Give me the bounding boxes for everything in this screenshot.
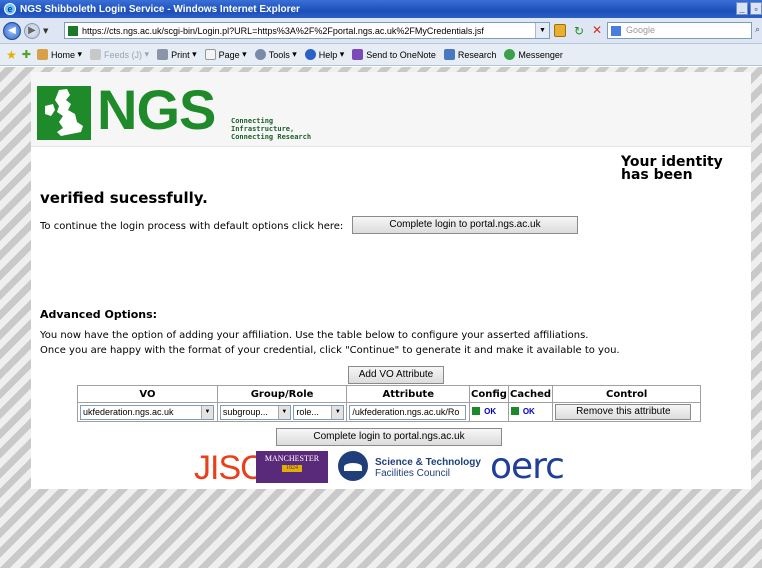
print-icon (157, 49, 169, 60)
jisc-logo: JISC (194, 449, 265, 487)
address-dropdown-icon[interactable]: ▼ (535, 23, 549, 38)
favorites-star-icon[interactable]: ★ (6, 48, 17, 62)
attribute-cell: /ukfederation.ngs.ac.uk/Ro (346, 402, 471, 422)
verified-heading: verified sucessfully. (40, 189, 208, 207)
address-toolbar: ◀ ▶ ▼ https://cts.ngs.ac.uk/scgi-bin/Log… (0, 18, 762, 44)
search-input[interactable]: Google (607, 22, 752, 39)
add-vo-attribute-button[interactable]: Add VO Attribute (348, 366, 444, 384)
table-header-row: VO Group/Role Attribute Config Cached Co… (77, 385, 701, 403)
address-url: https://cts.ngs.ac.uk/scgi-bin/Login.pl?… (82, 25, 484, 36)
vo-select[interactable]: ukfederation.ngs.ac.uk ▼ (80, 404, 214, 420)
stop-icon[interactable]: ✕ (592, 23, 602, 37)
complete-login-button[interactable]: Complete login to portal.ngs.ac.uk (352, 216, 578, 234)
stfc-logo-text: Science & Technology Facilities Council (375, 457, 481, 479)
stfc-logo-icon (338, 451, 368, 481)
column-header: Attribute (346, 385, 471, 403)
role-select[interactable]: role... ▼ (293, 404, 345, 420)
cached-cell: OK (507, 402, 554, 422)
group-select[interactable]: subgroup... ▼ (219, 404, 291, 420)
column-header: VO (77, 385, 218, 403)
lock-icon[interactable] (554, 24, 566, 37)
forward-button[interactable]: ▶ (24, 22, 40, 39)
address-input[interactable]: https://cts.ngs.ac.uk/scgi-bin/Login.pl?… (64, 22, 550, 39)
search-provider-icon (611, 26, 621, 36)
site-header: NGS Connecting Infrastructure, Connectin… (31, 72, 751, 147)
restore-button[interactable]: ▫ (750, 2, 762, 15)
search-placeholder: Google (626, 25, 656, 35)
cmd-feeds[interactable]: Feeds (J) ▾ (90, 49, 149, 60)
chevron-down-icon: ▼ (331, 405, 344, 419)
identity-heading: Your identity has been (621, 154, 723, 183)
cmd-messenger[interactable]: Messenger (504, 49, 563, 60)
search-icon[interactable]: ⌕ (755, 25, 760, 35)
page-content: NGS Connecting Infrastructure, Connectin… (31, 72, 751, 489)
oerc-logo: oerc (490, 446, 565, 487)
checkmark-icon (510, 407, 519, 416)
cached-status: OK (510, 407, 535, 416)
browser-viewport: NGS Connecting Infrastructure, Connectin… (0, 67, 762, 568)
column-header: Control (552, 385, 701, 403)
feeds-icon (90, 49, 102, 60)
cmd-research[interactable]: Research (443, 49, 496, 60)
partner-logos: JISC MANCHESTER 1824 Science & Technolog… (31, 446, 751, 489)
page-icon (204, 49, 216, 60)
cmd-onenote[interactable]: Send to OneNote (352, 49, 436, 60)
cmd-tools[interactable]: Tools ▾ (254, 49, 297, 60)
tools-icon (254, 49, 266, 60)
window-title: NGS Shibboleth Login Service - Windows I… (20, 3, 300, 15)
back-button[interactable]: ◀ (3, 21, 21, 40)
site-favicon-icon (68, 25, 78, 36)
window-controls: _ ▫ (736, 2, 762, 15)
help-icon (304, 49, 316, 60)
messenger-icon (504, 49, 516, 60)
cmd-print[interactable]: Print ▾ (157, 49, 197, 60)
minimize-button[interactable]: _ (736, 2, 748, 15)
checkmark-icon (472, 407, 481, 416)
config-cell: OK (469, 402, 509, 422)
vo-cell: ukfederation.ngs.ac.uk ▼ (77, 402, 218, 422)
remove-attribute-button[interactable]: Remove this attribute (555, 404, 692, 420)
advanced-instruction-1: You now have the option of adding your a… (40, 330, 589, 341)
cmd-page[interactable]: Page ▾ (204, 49, 247, 60)
control-cell: Remove this attribute (552, 402, 701, 422)
advanced-instruction-2: Once you are happy with the format of yo… (40, 345, 620, 356)
cmd-home[interactable]: Home ▾ (36, 49, 82, 60)
add-favorites-icon[interactable]: ✚ (22, 48, 31, 61)
advanced-options-heading: Advanced Options: (40, 308, 158, 321)
onenote-icon (352, 49, 364, 60)
manchester-logo: MANCHESTER 1824 (256, 451, 328, 483)
table-row: ukfederation.ngs.ac.uk ▼ subgroup... ▼ r… (77, 402, 701, 422)
config-status: OK (472, 407, 496, 416)
column-header: Config (469, 385, 509, 403)
uk-map-logo-icon (37, 86, 91, 140)
chevron-down-icon: ▼ (201, 405, 213, 419)
command-bar: ★ ✚ Home ▾ Feeds (J) ▾ Print ▾ Page ▾ To… (0, 44, 762, 66)
home-icon (36, 49, 48, 60)
attribute-input[interactable]: /ukfederation.ngs.ac.uk/Ro (349, 404, 467, 420)
refresh-icon[interactable]: ↻ (574, 24, 584, 38)
window-title-bar: e NGS Shibboleth Login Service - Windows… (0, 0, 762, 18)
logo-tagline: Connecting Infrastructure, Connecting Re… (231, 117, 312, 141)
column-header: Cached (507, 385, 554, 403)
history-dropdown-icon[interactable]: ▼ (43, 27, 48, 35)
attributes-table: VO Group/Role Attribute Config Cached Co… (77, 385, 701, 422)
cmd-help[interactable]: Help ▾ (304, 49, 344, 60)
column-header: Group/Role (216, 385, 348, 403)
research-icon (443, 49, 455, 60)
ngs-logo-text: NGS (97, 78, 216, 141)
group-role-cell: subgroup... ▼ role... ▼ (216, 402, 348, 422)
ie-icon: e (4, 3, 16, 15)
chevron-down-icon: ▼ (277, 405, 290, 419)
complete-login-button-advanced[interactable]: Complete login to portal.ngs.ac.uk (276, 428, 502, 446)
continue-instruction: To continue the login process with defau… (40, 221, 344, 232)
